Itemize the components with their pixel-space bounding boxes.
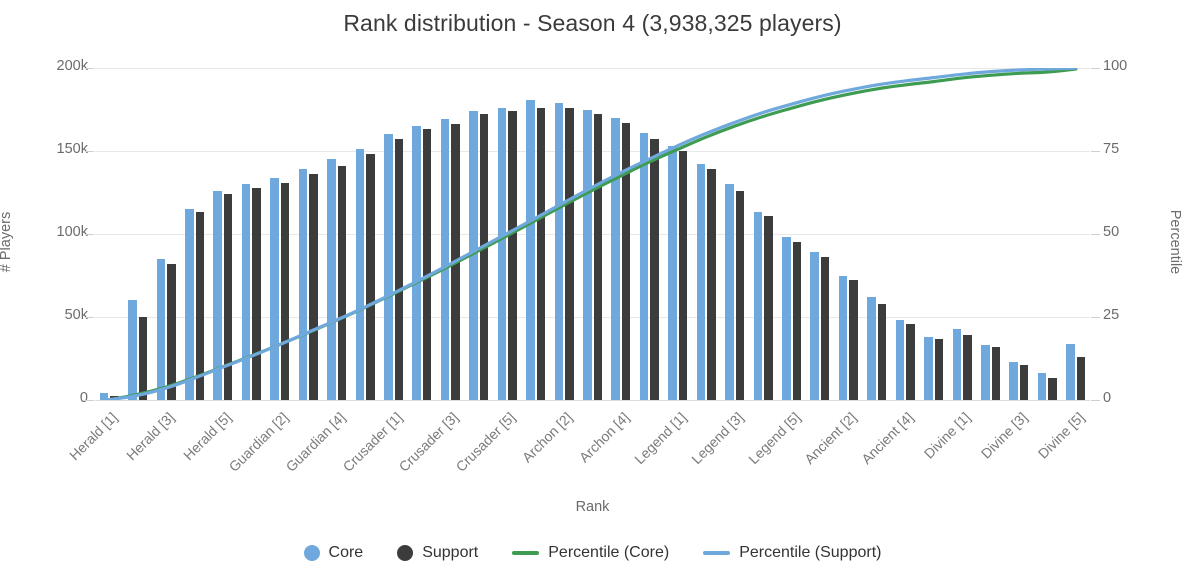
y-axis-left-tick-mark	[85, 151, 94, 152]
y-axis-right-tick-mark	[1091, 317, 1100, 318]
legend-label: Percentile (Core)	[548, 544, 670, 561]
y-axis-right-tick-mark	[1091, 400, 1100, 401]
percentile-lines-layer	[107, 68, 1078, 400]
y-axis-right-tick-label: 50	[1103, 224, 1120, 240]
legend-label: Percentile (Support)	[739, 544, 882, 561]
y-axis-right-title: Percentile	[1167, 209, 1184, 275]
y-axis-left-tick-label: 100k	[56, 224, 88, 240]
percentile-line-support[interactable]	[107, 68, 1078, 400]
legend-item[interactable]: Percentile (Core)	[512, 544, 669, 562]
legend-item[interactable]: Core	[303, 544, 364, 562]
y-axis-left-tick-mark	[85, 400, 94, 401]
legend-line-icon	[703, 551, 731, 555]
y-axis-left-tick-mark	[85, 317, 94, 318]
legend-item[interactable]: Percentile (Support)	[703, 544, 881, 562]
y-axis-right-tick-label: 0	[1103, 390, 1112, 406]
legend-line-icon	[512, 551, 540, 555]
y-axis-left-tick-label: 150k	[56, 141, 88, 157]
percentile-line-core[interactable]	[107, 68, 1078, 400]
y-axis-left-tick-label: 50k	[64, 307, 88, 323]
chart-legend: Core Support Percentile (Core) Percentile (…	[0, 544, 1185, 562]
legend-label: Core	[328, 544, 364, 561]
legend-item[interactable]: Support	[397, 544, 478, 562]
chart-title: Rank distribution - Season 4 (3,938,325 …	[343, 10, 842, 36]
y-axis-left-tick-label: 0	[79, 390, 88, 406]
chart-container: Rank distribution - Season 4 (3,938,325 …	[0, 0, 1185, 581]
y-axis-right-tick-mark	[1091, 234, 1100, 235]
legend-dot-icon	[303, 545, 320, 561]
y-axis-left-title: # Players	[0, 211, 15, 272]
y-axis-left-tick-mark	[85, 68, 94, 69]
y-axis-right-tick-mark	[1091, 151, 1100, 152]
y-axis-left-tick-label: 200k	[56, 58, 88, 74]
y-axis-right-tick-label: 75	[1103, 141, 1120, 157]
plot-area	[95, 68, 1090, 401]
y-axis-left-tick-mark	[85, 234, 94, 235]
gridline	[95, 400, 1090, 401]
legend-dot-icon	[397, 545, 414, 561]
y-axis-right-tick-label: 25	[1103, 307, 1120, 323]
legend-label: Support	[422, 544, 479, 561]
y-axis-right-tick-mark	[1091, 68, 1100, 69]
y-axis-right-tick-label: 100	[1103, 58, 1128, 74]
